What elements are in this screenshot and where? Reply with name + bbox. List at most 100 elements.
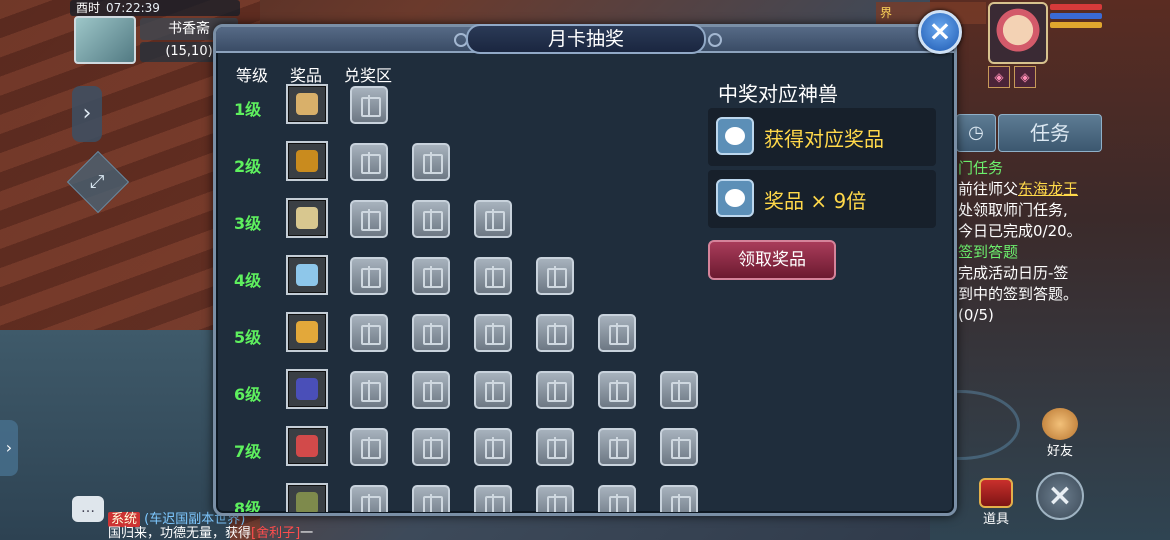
handshake-icon [1042, 408, 1078, 440]
claim-reward-button[interactable]: 领取奖品 [708, 240, 836, 280]
gift-box-slot-icon[interactable] [474, 257, 512, 295]
gift-box-slot-icon[interactable] [350, 314, 388, 352]
prize-gem-icon [296, 264, 318, 286]
gift-box-slot-icon[interactable] [598, 485, 636, 512]
chat-item-link[interactable]: [舍利子] [251, 526, 300, 540]
gift-box-slot-icon[interactable] [474, 428, 512, 466]
reward-grid: 1级 2级 3级 4级 5级 6级 7级 8级 [230, 84, 710, 512]
quest-line-2: 处领取师门任务, [958, 201, 1068, 219]
dialog-title: 月卡抽奖 [466, 24, 706, 54]
clock-tab-icon[interactable]: ◷ [956, 114, 996, 152]
gift-box-slot-icon[interactable] [412, 371, 450, 409]
gift-box-slot-icon[interactable] [474, 314, 512, 352]
info-reward-text: 获得对应奖品 [764, 127, 884, 151]
friends-button[interactable]: 好友 [1036, 408, 1084, 459]
inventory-button[interactable]: 道具 [972, 478, 1020, 528]
gift-box-slot-icon[interactable] [474, 200, 512, 238]
reward-row: 7级 [230, 426, 710, 474]
gift-box-slot-icon[interactable] [350, 428, 388, 466]
quest-text-prefix: 前往师父 [958, 180, 1019, 198]
gift-box-slot-icon[interactable] [412, 257, 450, 295]
quest2-line-2: 到中的签到答题。 [958, 285, 1079, 303]
inventory-label: 道具 [982, 512, 1009, 527]
info-title: 中奖对应神兽 [718, 82, 838, 106]
prize-gem-icon [296, 150, 318, 172]
fox-pet-icon [716, 117, 754, 155]
level-label: 5级 [234, 328, 262, 347]
info-multiplier-text: 奖品 × 9倍 [764, 189, 867, 213]
gift-box-slot-icon[interactable] [598, 428, 636, 466]
gift-box-slot-icon[interactable] [412, 485, 450, 512]
time-bar: 酉时 07:22:39 [70, 0, 240, 16]
treasure-chest-icon [979, 478, 1013, 508]
gift-box-slot-icon[interactable] [474, 485, 512, 512]
gift-box-slot-icon[interactable] [660, 371, 698, 409]
player-avatar[interactable] [988, 2, 1048, 64]
level-label: 2级 [234, 157, 262, 176]
gift-box-slot-icon[interactable] [350, 257, 388, 295]
gift-box-slot-icon[interactable] [660, 485, 698, 512]
prize-item-icon[interactable] [286, 255, 328, 295]
side-drawer-tab[interactable]: › [0, 420, 18, 476]
tab-task[interactable]: 任务 [998, 114, 1102, 152]
reward-row: 4级 [230, 255, 710, 303]
gift-box-slot-icon[interactable] [412, 314, 450, 352]
gift-box-slot-icon[interactable] [536, 257, 574, 295]
prize-item-icon[interactable] [286, 312, 328, 352]
info-row-reward: 获得对应奖品 [708, 108, 936, 166]
prize-item-icon[interactable] [286, 84, 328, 124]
chat-message-line-2: 国归来，功德无量，获得[舍利子]一 [108, 522, 313, 540]
player-bars [1050, 4, 1102, 31]
reward-row: 2级 [230, 141, 710, 189]
prize-gem-icon [296, 93, 318, 115]
gift-box-slot-icon[interactable] [474, 371, 512, 409]
gift-box-slot-icon[interactable] [598, 314, 636, 352]
gift-box-slot-icon[interactable] [412, 200, 450, 238]
column-header-prize: 奖品 [290, 66, 323, 85]
bunny-pet-icon [716, 179, 754, 217]
gift-box-slot-icon[interactable] [350, 86, 388, 124]
reward-row: 8级 [230, 483, 710, 512]
quest2-line-1: 完成活动日历-签 [958, 264, 1069, 282]
gift-box-slot-icon[interactable] [536, 314, 574, 352]
gift-box-slot-icon[interactable] [412, 428, 450, 466]
gift-box-slot-icon[interactable] [536, 485, 574, 512]
prize-gem-icon [296, 435, 318, 457]
gift-box-slot-icon[interactable] [350, 143, 388, 181]
quest-title: 门任务 [958, 159, 1004, 177]
prize-gem-icon [296, 207, 318, 229]
gift-box-slot-icon[interactable] [350, 485, 388, 512]
sp-bar [1050, 22, 1102, 28]
quest-line-3: 今日已完成0/20。 [958, 222, 1082, 240]
gift-box-slot-icon[interactable] [350, 371, 388, 409]
chat-text-3: 一 [300, 526, 314, 540]
prize-item-icon[interactable] [286, 483, 328, 512]
quest-tracker[interactable]: 门任务 前往师父东海龙王 处领取师门任务, 今日已完成0/20。 签到答题 完成… [958, 158, 1138, 326]
gift-box-slot-icon[interactable] [412, 143, 450, 181]
prize-gem-icon [296, 321, 318, 343]
quest2-line-3: (0/5) [958, 306, 994, 324]
gift-box-slot-icon[interactable] [660, 428, 698, 466]
clock-time: 07:22:39 [106, 1, 160, 15]
gift-box-slot-icon[interactable] [536, 371, 574, 409]
buff-badge-2[interactable]: ◈ [1014, 66, 1036, 88]
dialog-close-button[interactable]: × [918, 10, 962, 54]
minimap[interactable] [74, 16, 136, 64]
gift-box-slot-icon[interactable] [536, 428, 574, 466]
column-header-level: 等级 [236, 66, 269, 85]
prize-item-icon[interactable] [286, 426, 328, 466]
gift-box-slot-icon[interactable] [598, 371, 636, 409]
prize-item-icon[interactable] [286, 198, 328, 238]
level-label: 8级 [234, 499, 262, 512]
gift-box-slot-icon[interactable] [350, 200, 388, 238]
avatar-badges: ◈ ◈ [988, 66, 1040, 88]
buff-badge-1[interactable]: ◈ [988, 66, 1010, 88]
hud-close-button[interactable]: × [1036, 472, 1084, 520]
expand-left-panel-button[interactable]: › [72, 86, 102, 142]
chat-icon[interactable]: … [72, 496, 104, 522]
level-label: 4级 [234, 271, 262, 290]
prize-item-icon[interactable] [286, 141, 328, 181]
prize-item-icon[interactable] [286, 369, 328, 409]
expand-icon: ⤢ [90, 171, 105, 193]
quest-npc-link[interactable]: 东海龙王 [1018, 180, 1078, 198]
